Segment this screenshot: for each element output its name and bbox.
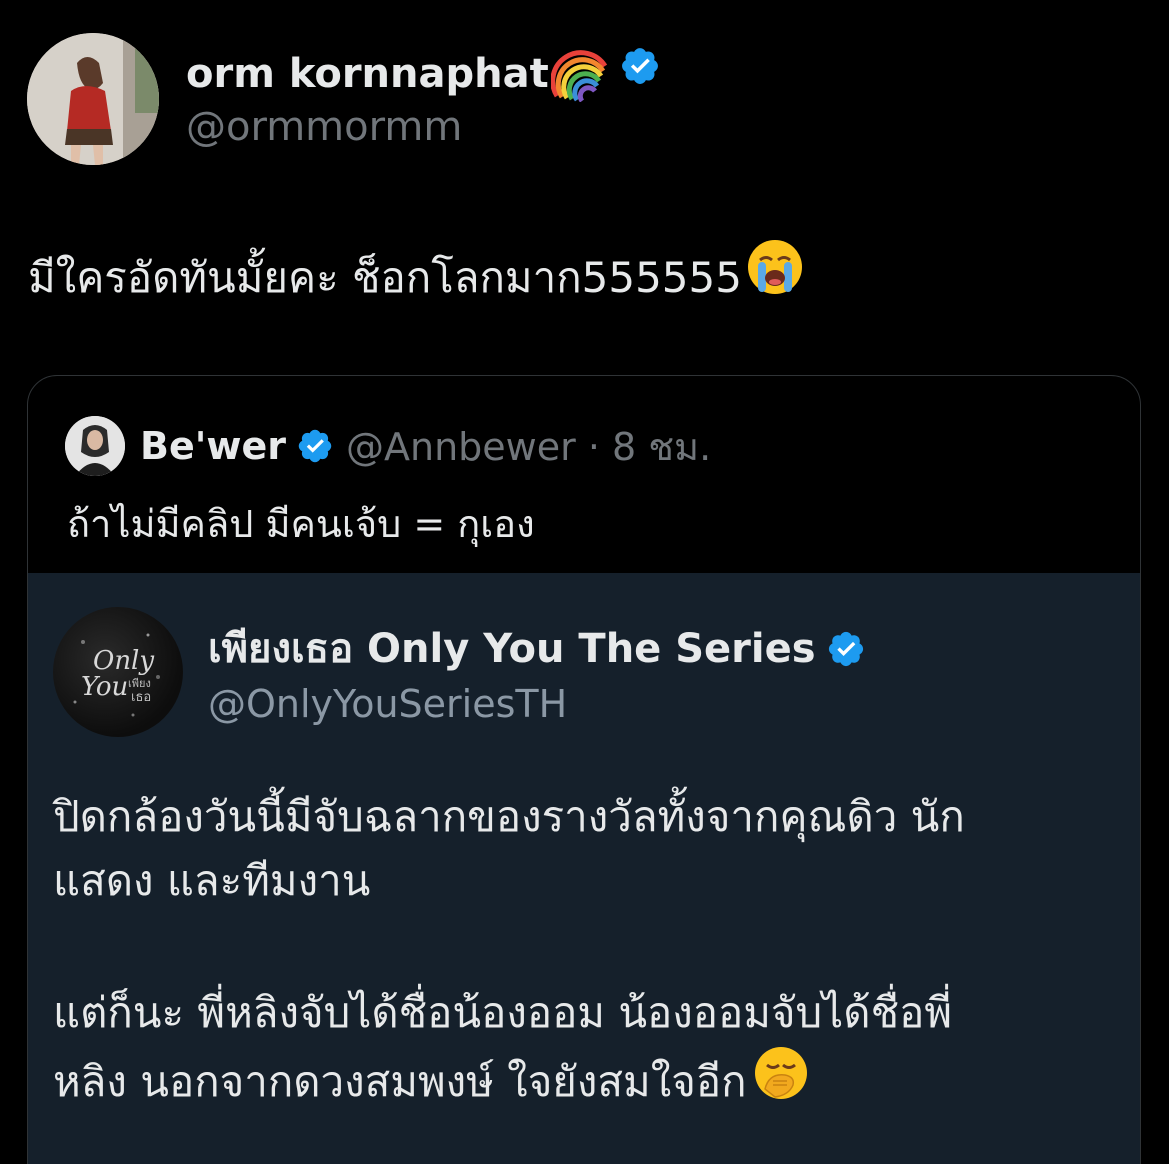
quote-author-avatar[interactable] [65,416,125,476]
verified-badge-icon [826,629,866,669]
avatar-logo-text-3: เพียง [128,677,151,690]
quote-media-image[interactable]: Only You เพียง เธอ เพียงเธอ Only You The… [28,573,1140,1164]
avatar-logo-text-2: You [81,672,128,702]
face-with-hand-over-mouth-icon [753,1045,809,1119]
embedded-paragraph-1-line-2: แสดง และทีมงาน [53,856,371,905]
embedded-paragraph-1-line-1: ปิดกล้องวันนี้มีจับฉลากของรางวัลทั้งจากค… [53,792,965,841]
embedded-paragraph-2-line-2: หลิง นอกจากดวงสมพงษ์ ใจยังสมใจอีก [53,1057,747,1106]
verified-badge-icon[interactable] [296,427,334,465]
verified-badge-icon[interactable] [619,45,661,102]
author-display-name[interactable]: orm kornnaphat [186,46,549,102]
quote-header: Be'wer @Annbewer · 8 ชม. [140,416,711,476]
tweet-page: orm kornnaphat @ormmormm มีใครอัดทันมั้ย… [0,0,1169,1164]
avatar-logo-text-4: เธอ [131,690,151,705]
embedded-display-name-row: เพียงเธอ Only You The Series [208,621,866,677]
embedded-paragraph-1: ปิดกล้องวันนี้มีจับฉลากของรางวัลทั้งจากค… [53,785,965,913]
quote-text: ถ้าไม่มีคลิป มีคนเจ้บ = กุเอง [67,502,535,546]
embedded-author-avatar: Only You เพียง เธอ [53,607,183,737]
quote-tweet-card[interactable]: Be'wer @Annbewer · 8 ชม. ถ้าไม่มีคลิป มี… [27,375,1141,1164]
embedded-display-name: เพียงเธอ Only You The Series [208,626,816,672]
embedded-handle: @OnlyYouSeriesTH [208,682,568,726]
embedded-paragraph-2-line-2-row: หลิง นอกจากดวงสมพงษ์ ใจยังสมใจอีก [53,1045,952,1119]
loudly-crying-face-icon [746,238,804,318]
tweet-text: มีใครอัดทันมั้ยคะ ช็อกโลกมาก555555 [28,253,742,302]
author-handle[interactable]: @ormmormm [186,100,462,154]
quote-handle-time[interactable]: @Annbewer · 8 ชม. [346,416,711,477]
rainbow-icon [549,46,609,103]
author-display-name-row[interactable]: orm kornnaphat [186,45,661,103]
tweet-text-row: มีใครอัดทันมั้ยคะ ช็อกโลกมาก555555 [28,238,804,318]
embedded-paragraph-2: แต่ก็นะ พี่หลิงจับได้ชื่อน้องออม น้องออม… [53,981,952,1119]
quote-display-name[interactable]: Be'wer [140,424,286,468]
author-avatar[interactable] [27,33,159,165]
embedded-paragraph-2-line-1: แต่ก็นะ พี่หลิงจับได้ชื่อน้องออม น้องออม… [53,988,953,1037]
